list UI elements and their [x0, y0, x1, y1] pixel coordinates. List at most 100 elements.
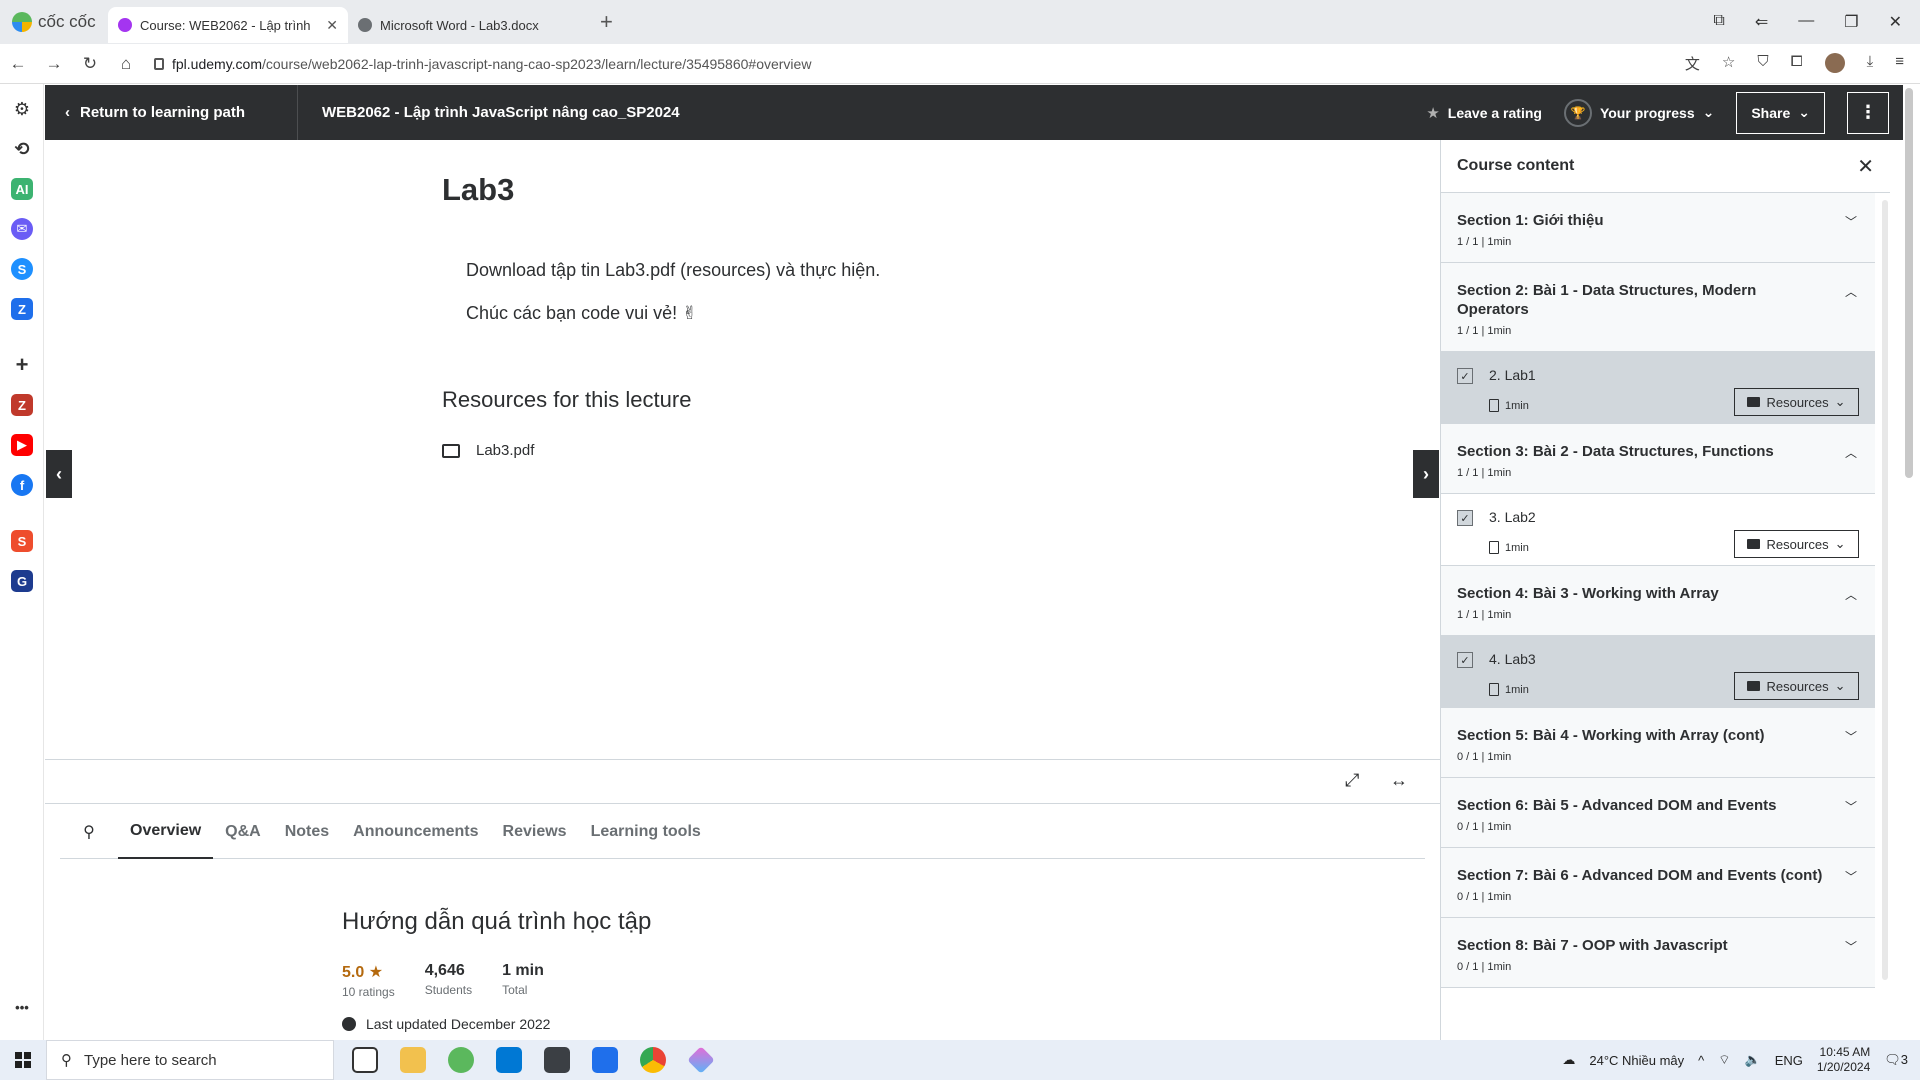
- tab-reviews[interactable]: Reviews: [491, 805, 579, 859]
- tab-overview[interactable]: Overview: [118, 805, 214, 859]
- chevron-down-icon[interactable]: ﹀: [1845, 213, 1857, 230]
- leave-rating-button[interactable]: ★ Leave a rating: [1426, 104, 1542, 122]
- game-launcher-icon[interactable]: [544, 1047, 570, 1073]
- network-icon[interactable]: ⌔: [1718, 1052, 1730, 1068]
- weather-text[interactable]: 24°C Nhiều mây: [1589, 1053, 1684, 1068]
- chevron-up-icon[interactable]: ︿: [1845, 586, 1857, 603]
- shopee-icon[interactable]: S: [11, 530, 33, 552]
- profile-avatar[interactable]: [1824, 53, 1845, 73]
- reload-button[interactable]: ↻: [72, 54, 108, 74]
- minimize-button[interactable]: —: [1798, 12, 1814, 32]
- course-section[interactable]: Section 7: Bài 6 - Advanced DOM and Even…: [1441, 848, 1875, 918]
- back-arrow-icon[interactable]: ⇐: [1755, 12, 1768, 32]
- tab-learning-tools[interactable]: Learning tools: [579, 805, 713, 859]
- zalo-taskbar-icon[interactable]: [592, 1047, 618, 1073]
- lesson-checkbox[interactable]: ✓: [1457, 652, 1473, 668]
- tray-chevron-icon[interactable]: ^: [1698, 1053, 1704, 1068]
- lesson-item[interactable]: ✓ 3. Lab2 1min Resources ⌄: [1441, 494, 1875, 566]
- bookmark-star-icon[interactable]: ☆: [1722, 53, 1735, 74]
- notification-icon[interactable]: 🗨3: [1884, 1052, 1908, 1068]
- shield-icon[interactable]: ⛉: [1757, 53, 1768, 74]
- vscode-icon[interactable]: [496, 1047, 522, 1073]
- menu-icon[interactable]: ≡: [1895, 53, 1904, 74]
- close-icon[interactable]: ✕: [326, 17, 338, 34]
- back-button[interactable]: ←: [0, 54, 36, 74]
- section-meta: 1 / 1 | 1min: [1457, 609, 1512, 621]
- expand-width-icon[interactable]: ↔: [1390, 770, 1408, 791]
- resources-dropdown-button[interactable]: Resources ⌄: [1734, 672, 1859, 700]
- task-view-icon[interactable]: [352, 1047, 378, 1073]
- lesson-checkbox[interactable]: ✓: [1457, 368, 1473, 384]
- messenger-icon[interactable]: ✉: [11, 218, 33, 240]
- course-section[interactable]: Section 8: Bài 7 - OOP with Javascript 0 …: [1441, 918, 1875, 988]
- browser-brand[interactable]: cốc cốc: [0, 12, 108, 32]
- page-scrollbar[interactable]: [1905, 88, 1913, 478]
- chevron-down-icon[interactable]: ﹀: [1845, 938, 1857, 955]
- app-icon[interactable]: [687, 1046, 715, 1074]
- history-icon[interactable]: ⟲: [11, 138, 33, 160]
- zing-icon[interactable]: Z: [11, 394, 33, 416]
- home-button[interactable]: ⌂: [108, 54, 144, 74]
- tab-announcements[interactable]: Announcements: [341, 805, 490, 859]
- panel-scrollbar[interactable]: [1882, 200, 1888, 980]
- youtube-icon[interactable]: ▶: [11, 434, 33, 456]
- taskbar-clock[interactable]: 10:45 AM 1/20/2024: [1817, 1045, 1870, 1075]
- forward-button[interactable]: →: [36, 54, 72, 74]
- course-section[interactable]: Section 1: Giới thiệu 1 / 1 | 1min ﹀: [1441, 193, 1875, 263]
- chevron-down-icon[interactable]: ﹀: [1845, 728, 1857, 745]
- tab-word-doc[interactable]: Microsoft Word - Lab3.docx: [348, 7, 588, 43]
- new-tab-button[interactable]: +: [600, 9, 613, 35]
- game-icon[interactable]: G: [11, 570, 33, 592]
- course-section[interactable]: Section 6: Bài 5 - Advanced DOM and Even…: [1441, 778, 1875, 848]
- tab-qa[interactable]: Q&A: [213, 805, 273, 859]
- chrome-icon[interactable]: [640, 1047, 666, 1073]
- facebook-icon[interactable]: f: [11, 474, 33, 496]
- tab-udemy-course[interactable]: Course: WEB2062 - Lập trình ✕: [108, 7, 348, 43]
- chevron-up-icon[interactable]: ︿: [1845, 444, 1857, 461]
- search-icon[interactable]: ⚲: [60, 822, 118, 842]
- previous-lecture-button[interactable]: ‹: [46, 450, 72, 498]
- download-icon[interactable]: ⤓: [1867, 53, 1874, 74]
- close-window-button[interactable]: ✕: [1889, 12, 1902, 32]
- more-dots-icon[interactable]: •••: [11, 996, 33, 1018]
- zalo-icon[interactable]: Z: [11, 298, 33, 320]
- chevron-down-icon[interactable]: ﹀: [1845, 798, 1857, 815]
- add-icon[interactable]: +: [11, 352, 33, 377]
- chevron-down-icon[interactable]: ﹀: [1845, 868, 1857, 885]
- return-to-learning-path-link[interactable]: ‹ Return to learning path: [45, 104, 297, 121]
- windows-start-button[interactable]: [0, 1052, 46, 1068]
- restore-button[interactable]: ❐: [1844, 12, 1858, 32]
- course-section[interactable]: Section 5: Bài 4 - Working with Array (c…: [1441, 708, 1875, 778]
- resources-dropdown-button[interactable]: Resources ⌄: [1734, 388, 1859, 416]
- translate-icon[interactable]: 文: [1685, 53, 1700, 74]
- resources-dropdown-button[interactable]: Resources ⌄: [1734, 530, 1859, 558]
- url-field[interactable]: fpl.udemy.com/course/web2062-lap-trinh-j…: [154, 56, 1685, 72]
- lesson-item[interactable]: ✓ 4. Lab3 1min Resources ⌄: [1441, 636, 1875, 708]
- lesson-checkbox[interactable]: ✓: [1457, 510, 1473, 526]
- coccoc-taskbar-icon[interactable]: [448, 1047, 474, 1073]
- next-lecture-button[interactable]: ›: [1413, 450, 1439, 498]
- extensions-icon[interactable]: ⧠: [1791, 53, 1803, 74]
- fullscreen-icon[interactable]: ⤢: [1345, 770, 1359, 791]
- file-explorer-icon[interactable]: [400, 1047, 426, 1073]
- more-options-button[interactable]: ⋮: [1847, 91, 1889, 134]
- skype-icon[interactable]: S: [11, 258, 33, 280]
- chevron-down-icon: ⌄: [1834, 678, 1846, 693]
- course-section[interactable]: Section 3: Bài 2 - Data Structures, Func…: [1441, 424, 1875, 494]
- course-section[interactable]: Section 2: Bài 1 - Data Structures, Mode…: [1441, 263, 1875, 352]
- share-button[interactable]: Share ⌄: [1736, 91, 1825, 134]
- course-section[interactable]: Section 4: Bài 3 - Working with Array 1 /…: [1441, 566, 1875, 636]
- resource-download-link[interactable]: Lab3.pdf: [442, 442, 534, 459]
- tab-notes[interactable]: Notes: [273, 805, 341, 859]
- taskbar-search-input[interactable]: ⚲ Type here to search: [46, 1040, 334, 1080]
- settings-gear-icon[interactable]: ⚙: [11, 98, 33, 120]
- language-indicator[interactable]: ENG: [1775, 1053, 1803, 1068]
- ai-icon[interactable]: AI: [11, 178, 33, 200]
- your-progress-button[interactable]: 🏆 Your progress ⌄: [1563, 98, 1714, 127]
- close-icon[interactable]: ✕: [1857, 154, 1874, 179]
- volume-icon[interactable]: 🔈: [1745, 1052, 1761, 1068]
- screenshot-icon[interactable]: ⧉: [1713, 12, 1724, 32]
- chevron-up-icon[interactable]: ︿: [1845, 283, 1857, 300]
- trophy-icon: 🏆: [1563, 98, 1592, 127]
- lesson-item[interactable]: ✓ 2. Lab1 1min Resources ⌄: [1441, 352, 1875, 424]
